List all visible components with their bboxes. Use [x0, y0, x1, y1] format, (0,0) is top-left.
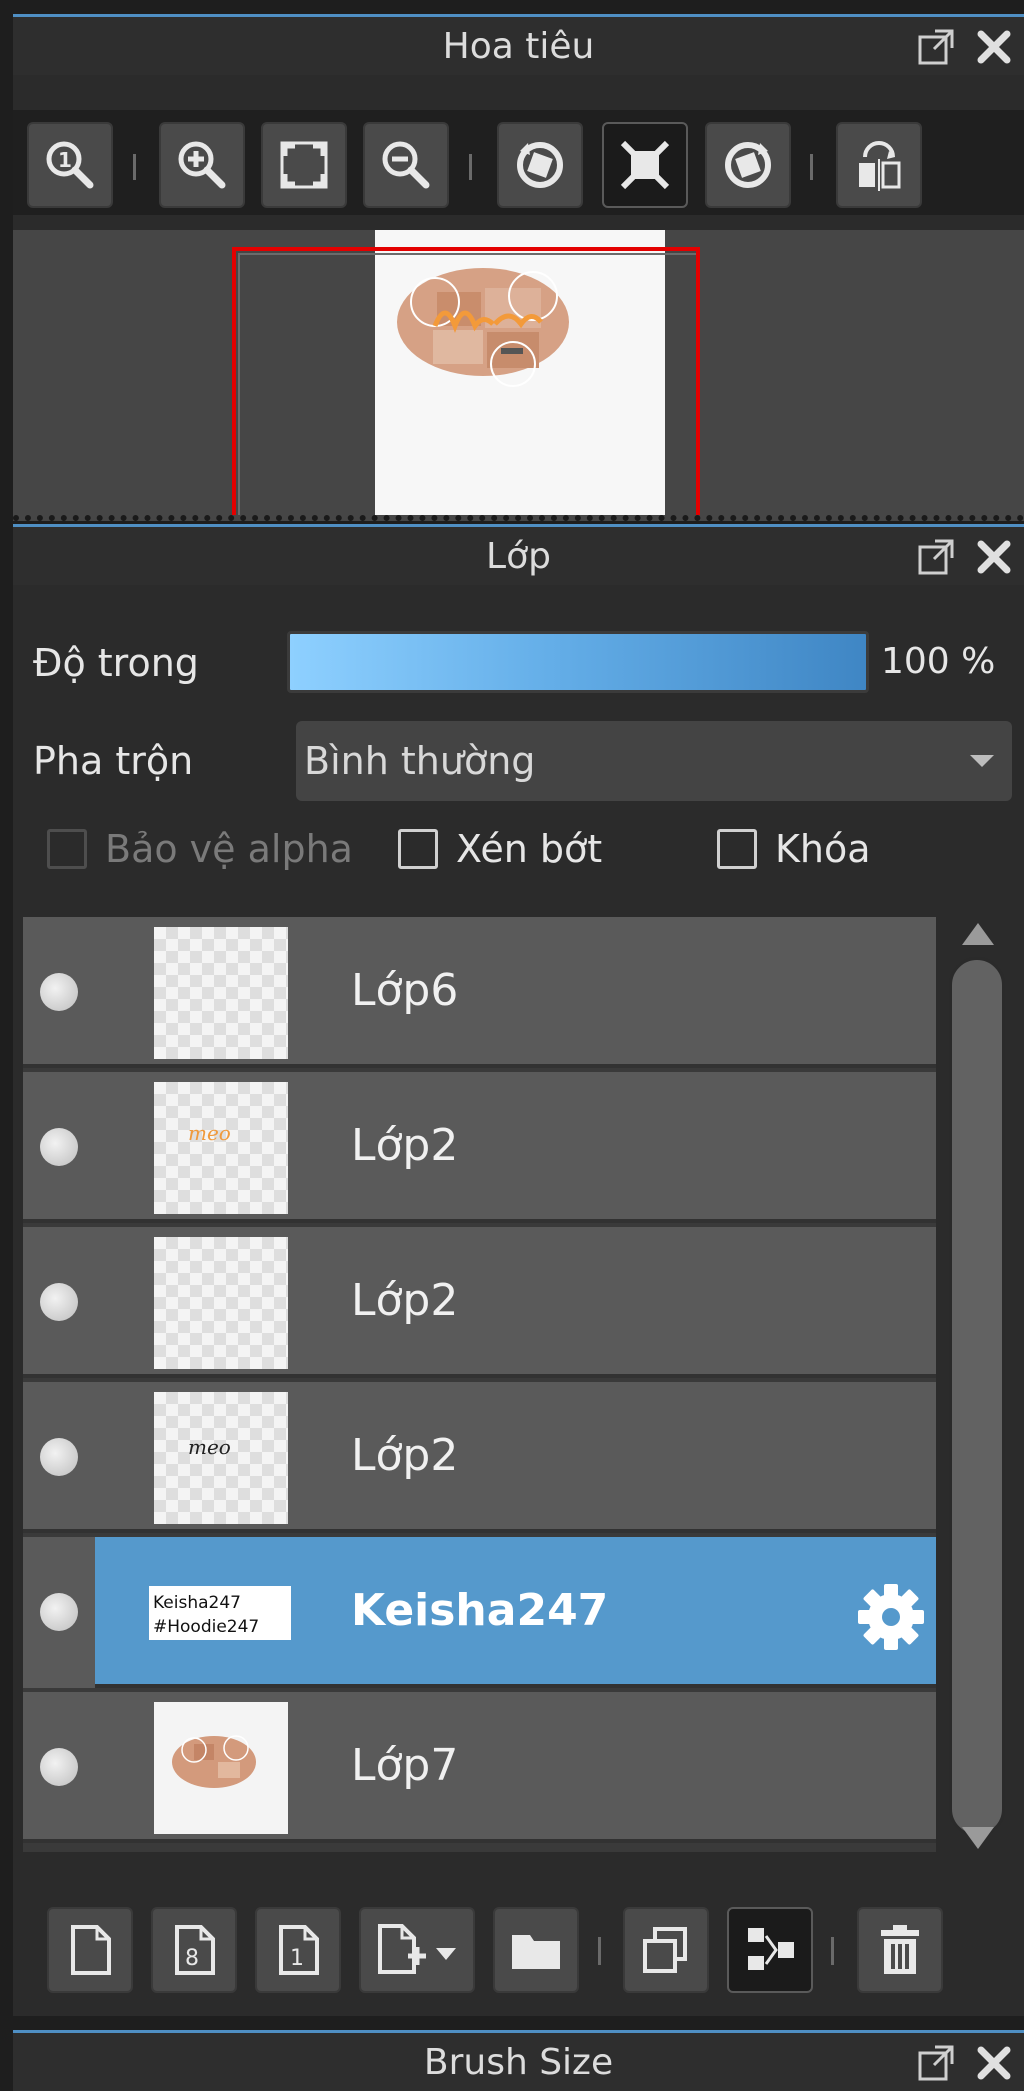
navigator-toolbar: 1 [13, 110, 1024, 215]
layer-row[interactable]: Lớp6 [23, 917, 936, 1068]
brush-size-title: Brush Size [423, 2042, 614, 2083]
visibility-toggle-icon[interactable] [40, 1283, 78, 1321]
lock-label: Khóa [775, 827, 871, 871]
new-1bit-layer-icon[interactable]: 1 [255, 1907, 341, 1993]
zoom-in-icon[interactable] [159, 122, 245, 208]
popout-icon[interactable] [916, 2043, 956, 2083]
blend-mode-value: Bình thường [304, 739, 536, 783]
thumb-text: #Hoodie247 [153, 1617, 259, 1637]
flip-horizontal-icon[interactable] [836, 122, 922, 208]
fit-screen-icon[interactable] [261, 122, 347, 208]
layer-row[interactable]: meo Lớp2 [23, 1072, 936, 1223]
close-icon[interactable] [974, 2043, 1014, 2083]
layer-row[interactable]: meo Lớp2 [23, 1382, 936, 1533]
fullscreen-icon[interactable] [602, 122, 688, 208]
popout-icon[interactable] [916, 27, 956, 67]
checkbox-box [47, 829, 87, 869]
scroll-thumb[interactable] [949, 957, 1005, 1837]
layers-title: Lớp [486, 536, 551, 577]
protect-alpha-label: Bảo vệ alpha [105, 827, 353, 871]
layer-row-selected[interactable]: Keisha247 #Hoodie247 Keisha247 [23, 1537, 936, 1688]
blend-mode-select[interactable]: Bình thường [296, 721, 1012, 801]
layer-scrollbar[interactable] [942, 907, 1012, 1867]
layer-name: Keisha247 [351, 1585, 609, 1636]
delete-layer-icon[interactable] [857, 1907, 943, 1993]
layer-name: Lớp6 [351, 965, 459, 1016]
close-icon[interactable] [974, 537, 1014, 577]
visibility-toggle-icon[interactable] [40, 1128, 78, 1166]
chevron-down-icon [970, 755, 994, 767]
new-layer-icon[interactable] [47, 1907, 133, 1993]
viewport-frame[interactable] [232, 247, 700, 515]
opacity-value: 100 % [881, 641, 996, 682]
scroll-up-icon[interactable] [962, 923, 994, 945]
visibility-toggle-icon[interactable] [40, 1438, 78, 1476]
layer-row[interactable]: Lớp2 [23, 1227, 936, 1378]
layer-name: Lớp7 [351, 1740, 459, 1791]
layer-thumbnail: meo [154, 1082, 288, 1214]
zoom-actual-icon[interactable]: 1 [27, 122, 113, 208]
gear-icon[interactable] [856, 1582, 926, 1652]
thumb-text: Keisha247 [153, 1593, 241, 1613]
clipping-label: Xén bớt [456, 827, 603, 871]
new-folder-icon[interactable] [493, 1907, 579, 1993]
clipping-checkbox[interactable]: Xén bớt [398, 827, 602, 871]
brush-size-header: Brush Size [13, 2033, 1024, 2091]
layer-list: Lớp6 meo Lớp2 Lớp2 meo Lớp2 Keisha247 #H… [23, 917, 936, 1852]
layer-name: Lớp2 [351, 1120, 459, 1171]
checkbox-box [398, 829, 438, 869]
thumb-text: meo [188, 1121, 231, 1145]
duplicate-layer-icon[interactable] [623, 1907, 709, 1993]
svg-text:1: 1 [58, 148, 72, 172]
opacity-slider[interactable] [287, 631, 869, 693]
layer-row[interactable]: Lớp7 [23, 1692, 936, 1843]
brush-size-panel: Brush Size [13, 2030, 1024, 2091]
svg-text:1: 1 [290, 1946, 304, 1971]
layers-header: Lớp [13, 527, 1024, 585]
rotate-right-icon[interactable] [705, 122, 791, 208]
navigator-panel: Hoa tiêu 1 [13, 14, 1024, 521]
zoom-out-icon[interactable] [363, 122, 449, 208]
navigator-header: Hoa tiêu [13, 17, 1024, 75]
layer-name: Lớp2 [351, 1275, 459, 1326]
blend-label: Pha trộn [33, 739, 194, 783]
opacity-label: Độ trong [33, 641, 199, 685]
visibility-toggle-icon[interactable] [40, 973, 78, 1011]
rotate-left-icon[interactable] [497, 122, 583, 208]
lock-checkbox[interactable]: Khóa [717, 827, 871, 871]
add-layer-menu-icon[interactable] [359, 1907, 475, 1993]
layer-thumbnail [154, 1702, 288, 1834]
protect-alpha-checkbox[interactable]: Bảo vệ alpha [47, 827, 353, 871]
scroll-down-icon[interactable] [962, 1827, 994, 1849]
merge-down-icon[interactable] [727, 1907, 813, 1993]
layers-panel: Lớp Độ trong 100 % Pha trộn Bình thường … [13, 524, 1024, 2016]
layer-thumbnail [154, 927, 288, 1059]
layer-thumbnail: Keisha247 #Hoodie247 [149, 1586, 291, 1640]
visibility-toggle-icon[interactable] [40, 1748, 78, 1786]
layer-toolbar: 8 1 [23, 1899, 1013, 1999]
popout-icon[interactable] [916, 537, 956, 577]
thumb-text: meo [188, 1435, 231, 1459]
layer-thumbnail [154, 1237, 288, 1369]
svg-text:8: 8 [185, 1946, 199, 1971]
close-icon[interactable] [974, 27, 1014, 67]
checkbox-box [717, 829, 757, 869]
visibility-toggle-icon[interactable] [40, 1593, 78, 1631]
navigator-title: Hoa tiêu [442, 26, 595, 67]
layer-name: Lớp2 [351, 1430, 459, 1481]
new-8bit-layer-icon[interactable]: 8 [151, 1907, 237, 1993]
navigator-preview[interactable] [13, 230, 1024, 521]
layer-thumbnail: meo [154, 1392, 288, 1524]
